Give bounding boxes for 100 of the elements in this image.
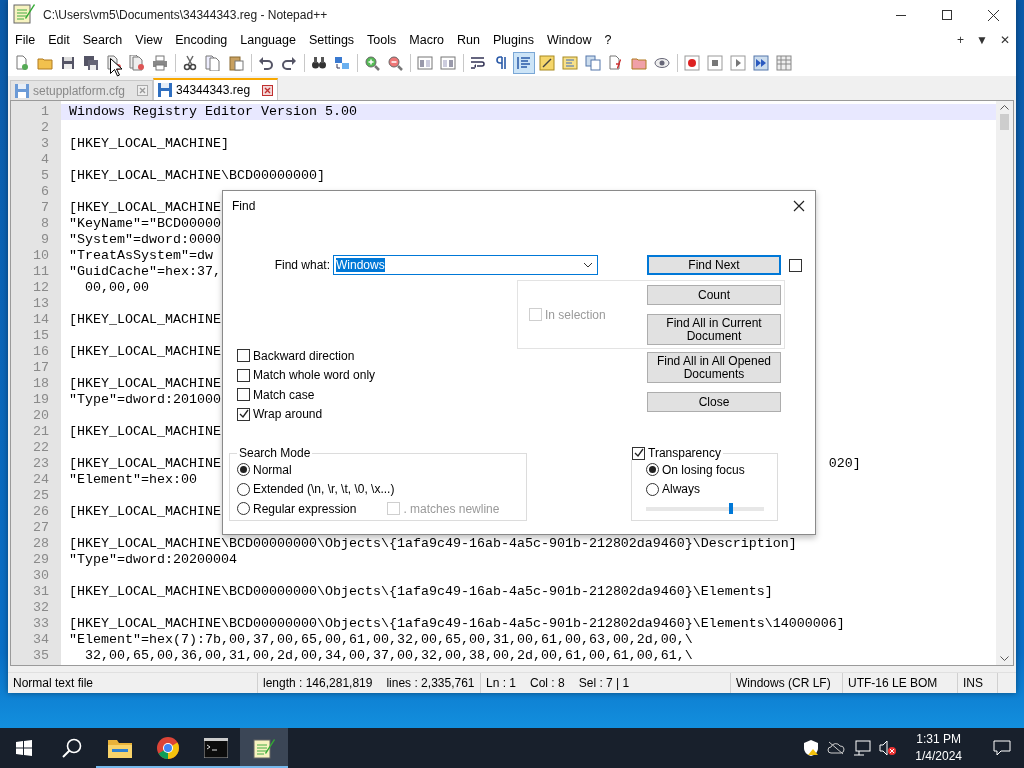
line-number: 19 — [32, 392, 50, 408]
option-label: Always — [662, 482, 700, 497]
option-label: Regular expression — [253, 501, 357, 516]
menu-item[interactable]: + — [957, 33, 965, 47]
menu-item[interactable]: ▼ — [976, 33, 988, 47]
option-label: In selection — [545, 307, 606, 322]
checkbox[interactable] — [632, 446, 645, 460]
terminal-icon — [204, 738, 228, 758]
menu-item[interactable]: Plugins — [487, 33, 539, 47]
dialog-button[interactable]: Close — [647, 392, 781, 412]
tab-close-icon[interactable] — [262, 84, 274, 96]
line-number: 11 — [32, 264, 50, 280]
code-line: "Type"=dword:201000 — [69, 392, 221, 408]
line-number: 35 — [32, 648, 50, 664]
menu-item[interactable]: View — [130, 33, 168, 47]
clock-time[interactable]: 1:31 PM — [916, 731, 961, 748]
line-number: 27 — [32, 520, 50, 536]
fast-forward-icon[interactable] — [750, 52, 772, 74]
dialog-button[interactable]: Count — [647, 285, 781, 305]
maximize-icon[interactable] — [942, 10, 952, 20]
file-tab[interactable]: 34344343.reg — [153, 78, 279, 100]
line-number: 28 — [32, 536, 50, 552]
group-title: Search Mode — [239, 446, 311, 460]
option-label: On losing focus — [662, 462, 745, 477]
checkbox[interactable] — [237, 349, 250, 363]
status-text: lines : 2,335,761 — [386, 676, 475, 690]
menu-item[interactable]: Edit — [43, 33, 75, 47]
close-icon[interactable] — [793, 200, 805, 212]
find-what-field[interactable]: Windows — [333, 255, 598, 275]
code-line: 32,00,65,00,36,00,31,00,2d,00,34,00,37,00,32,00,38,00,2d,00,61,00,61,00,61,\ — [84, 648, 693, 664]
menu-item[interactable]: Macro — [404, 33, 450, 47]
play-icon[interactable] — [727, 52, 749, 74]
line-number: 3 — [40, 136, 50, 152]
menu-item[interactable]: Search — [77, 33, 128, 47]
menu-item[interactable]: ? — [599, 33, 617, 47]
line-number: 22 — [32, 440, 50, 456]
menu-item[interactable]: ✕ — [1000, 33, 1010, 47]
notification-icon[interactable] — [993, 740, 1011, 756]
dialog-button[interactable]: Find All in All Opened Documents — [647, 352, 781, 383]
checkbox[interactable] — [237, 388, 250, 402]
dialog-icon[interactable] — [536, 52, 558, 74]
code-line: Windows Registry Editor Version 5.00 — [69, 104, 357, 120]
speaker-muted-icon[interactable] — [879, 740, 898, 756]
line-number: 25 — [32, 488, 50, 504]
dialog-button[interactable]: Find All in Current Document — [647, 314, 781, 345]
windows-start-icon[interactable] — [16, 740, 32, 756]
dialog-button[interactable]: Find Next — [647, 255, 781, 275]
line-number: 5 — [40, 168, 50, 184]
radio-button[interactable] — [237, 463, 250, 477]
checkbox[interactable] — [789, 258, 802, 272]
line-number: 4 — [40, 152, 50, 168]
code-line: [HKEY_LOCAL_MACHINE — [69, 376, 221, 392]
line-number: 13 — [32, 296, 50, 312]
menu-item[interactable]: Settings — [303, 33, 360, 47]
notepad-icon — [13, 2, 35, 24]
menu-item[interactable]: Run — [452, 33, 485, 47]
code-line: [HKEY_LOCAL_MACHINE — [69, 344, 221, 360]
line-number: 8 — [40, 216, 50, 232]
shield-icon[interactable] — [803, 740, 820, 756]
menu-item[interactable]: Language — [235, 33, 301, 47]
search-icon[interactable] — [62, 738, 82, 758]
folder-icon — [108, 738, 132, 758]
scroll-down-icon[interactable] — [1000, 656, 1009, 661]
menu-item[interactable]: Encoding — [170, 33, 233, 47]
stop-icon[interactable] — [704, 52, 726, 74]
clock-date[interactable]: 1/4/2024 — [915, 748, 962, 765]
code-line: "GuidCache"=hex:37, — [69, 264, 221, 280]
code-line: [HKEY_LOCAL_MACHINE] — [69, 136, 229, 152]
radio-button[interactable] — [237, 482, 250, 496]
scrollbar-thumb[interactable] — [1000, 114, 1009, 130]
line-number: 7 — [40, 200, 50, 216]
radio-button[interactable] — [646, 482, 659, 496]
radio-button[interactable] — [237, 502, 250, 516]
record-icon[interactable] — [681, 52, 703, 74]
menu-item[interactable]: File — [10, 33, 41, 47]
menu-item[interactable]: Tools — [362, 33, 402, 47]
minimize-icon[interactable] — [896, 14, 906, 16]
scroll-up-icon[interactable] — [1000, 105, 1009, 110]
cloud-icon[interactable] — [827, 741, 846, 755]
option-label: Wrap around — [253, 407, 323, 422]
option-label: Transparency — [648, 446, 721, 460]
line-number: 21 — [32, 424, 50, 440]
slider-thumb[interactable] — [728, 503, 733, 514]
line-number: 34 — [32, 632, 50, 648]
network-icon[interactable] — [853, 740, 872, 756]
status-text: length : 146,281,819 — [263, 676, 373, 690]
scrollbar[interactable] — [996, 101, 1013, 665]
window-title: C:\Users\vm5\Documents\34344343.reg - Notepad++ — [43, 8, 329, 22]
taskbar-app[interactable] — [240, 728, 288, 768]
code-line: [HKEY_LOCAL_MACHINE\BCD00000000\Objects\{1afa9c49-16ab-4a5c-901b-212802da9460}\Elements] — [69, 584, 773, 600]
menu-item[interactable]: Window — [541, 33, 597, 47]
documents-icon[interactable] — [582, 52, 604, 74]
close-icon[interactable] — [987, 9, 999, 21]
chevron-down-icon[interactable] — [583, 262, 593, 268]
checkbox[interactable] — [237, 407, 250, 421]
radio-button[interactable] — [646, 463, 659, 477]
line-number: 14 — [32, 312, 50, 328]
code-line: [HKEY_LOCAL_MACHINE\BCD00000000] — [69, 168, 325, 184]
indent-guide-icon[interactable] — [513, 52, 535, 74]
checkbox[interactable] — [237, 368, 250, 382]
